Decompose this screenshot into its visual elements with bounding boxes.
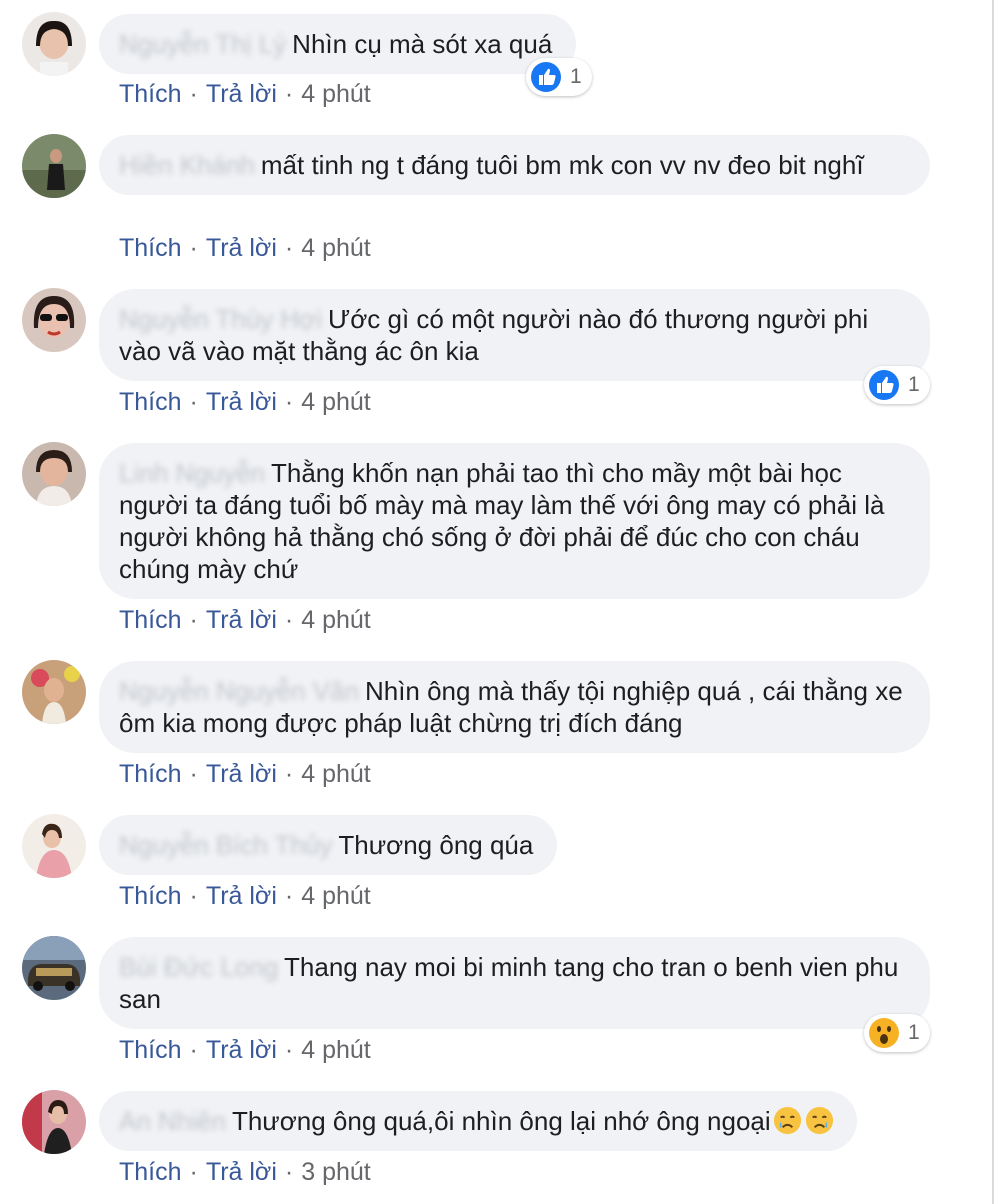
commenter-name[interactable]: Nguyễn Bích Thủy xyxy=(119,830,332,860)
comment-bubble: Nguyễn Thùy Hợi Ước gì có một người nào đ… xyxy=(99,289,930,381)
reaction-count: 1 xyxy=(908,1021,920,1044)
commenter-name[interactable]: Nguyễn Nguyễn Văn xyxy=(119,676,359,706)
window-edge xyxy=(992,0,994,1204)
avatar[interactable] xyxy=(22,442,86,506)
comment-time[interactable]: 4 phút xyxy=(301,606,371,634)
avatar[interactable] xyxy=(22,660,86,724)
comment-bubble: Nguyễn Bích Thủy Thương ông qúa xyxy=(99,815,558,875)
reaction-badge[interactable]: 1 xyxy=(526,58,592,96)
like-link[interactable]: Thích xyxy=(119,234,182,262)
avatar[interactable] xyxy=(22,936,86,1000)
reaction-badge[interactable]: 1 xyxy=(864,1014,930,1052)
comment-text: Thương ông qúa xyxy=(338,830,534,860)
reaction-count: 1 xyxy=(908,373,920,396)
comment-actions: Thích · Trả lời · 4 phút xyxy=(119,882,371,910)
comment-bubble: An Nhiên Thương ông quá,ôi nhìn ông lại n… xyxy=(99,1091,857,1151)
like-link[interactable]: Thích xyxy=(119,1036,182,1064)
reply-link[interactable]: Trả lời xyxy=(206,606,277,634)
avatar[interactable] xyxy=(22,134,86,198)
like-icon xyxy=(869,370,899,400)
reply-link[interactable]: Trả lời xyxy=(206,80,277,108)
reaction-count: 1 xyxy=(570,65,582,88)
comment-bubble: Linh Nguyễn Thằng khốn nạn phải tao thì c… xyxy=(99,443,930,599)
comment-bubble: Nguyễn Thị Lý Nhìn cụ mà sót xa quá xyxy=(99,14,577,74)
comment-time[interactable]: 3 phút xyxy=(301,1158,371,1186)
comment-actions: Thích · Trả lời · 4 phút xyxy=(119,1036,371,1064)
crying-face-icon xyxy=(805,1106,833,1135)
crying-face-icon xyxy=(773,1106,801,1135)
comment-time[interactable]: 4 phút xyxy=(301,882,371,910)
comment-time[interactable]: 4 phút xyxy=(301,388,371,416)
commenter-name[interactable]: An Nhiên xyxy=(119,1106,226,1136)
comment-time[interactable]: 4 phút xyxy=(301,80,371,108)
comment-bubble: Bùi Đức Long Thang nay moi bi minh tang c… xyxy=(99,937,930,1029)
comment-actions: Thích · Trả lời · 4 phút xyxy=(119,388,371,416)
commenter-name[interactable]: Linh Nguyễn xyxy=(119,458,265,488)
comment-time[interactable]: 4 phút xyxy=(301,1036,371,1064)
avatar[interactable] xyxy=(22,1090,86,1154)
comment-actions: Thích · Trả lời · 3 phút xyxy=(119,1158,371,1186)
reaction-badge[interactable]: 1 xyxy=(864,366,930,404)
like-link[interactable]: Thích xyxy=(119,882,182,910)
reply-link[interactable]: Trả lời xyxy=(206,882,277,910)
comment-actions: Thích · Trả lời · 4 phút xyxy=(119,760,371,788)
comment-time[interactable]: 4 phút xyxy=(301,760,371,788)
like-link[interactable]: Thích xyxy=(119,606,182,634)
comment-text: mất tinh ng t đáng tuôi bm mk con vv nv … xyxy=(260,150,864,180)
comment-time[interactable]: 4 phút xyxy=(301,234,371,262)
comment-actions: Thích · Trả lời · 4 phút xyxy=(119,80,371,108)
reply-link[interactable]: Trả lời xyxy=(206,1158,277,1186)
comment-text: Thương ông quá,ôi nhìn ông lại nhớ ông n… xyxy=(231,1106,771,1136)
like-icon xyxy=(531,62,561,92)
comment-bubble: Nguyễn Nguyễn Văn Nhìn ông mà thấy tội ng… xyxy=(99,661,930,753)
comment-bubble: Hiền Khánh mất tinh ng t đáng tuôi bm mk … xyxy=(99,135,930,195)
reply-link[interactable]: Trả lời xyxy=(206,760,277,788)
commenter-name[interactable]: Hiền Khánh xyxy=(119,150,255,180)
avatar[interactable] xyxy=(22,288,86,352)
comment-actions: Thích · Trả lời · 4 phút xyxy=(119,606,371,634)
wow-icon xyxy=(869,1018,899,1048)
reply-link[interactable]: Trả lời xyxy=(206,388,277,416)
reply-link[interactable]: Trả lời xyxy=(206,234,277,262)
like-link[interactable]: Thích xyxy=(119,1158,182,1186)
reply-link[interactable]: Trả lời xyxy=(206,1036,277,1064)
comment-actions: Thích · Trả lời · 4 phút xyxy=(119,234,371,262)
like-link[interactable]: Thích xyxy=(119,760,182,788)
commenter-name[interactable]: Bùi Đức Long xyxy=(119,952,278,982)
like-link[interactable]: Thích xyxy=(119,80,182,108)
avatar[interactable] xyxy=(22,814,86,878)
commenter-name[interactable]: Nguyễn Thị Lý xyxy=(119,29,286,59)
comment-text: Nhìn cụ mà sót xa quá xyxy=(292,29,553,59)
like-link[interactable]: Thích xyxy=(119,388,182,416)
commenter-name[interactable]: Nguyễn Thùy Hợi xyxy=(119,304,322,334)
avatar[interactable] xyxy=(22,12,86,76)
